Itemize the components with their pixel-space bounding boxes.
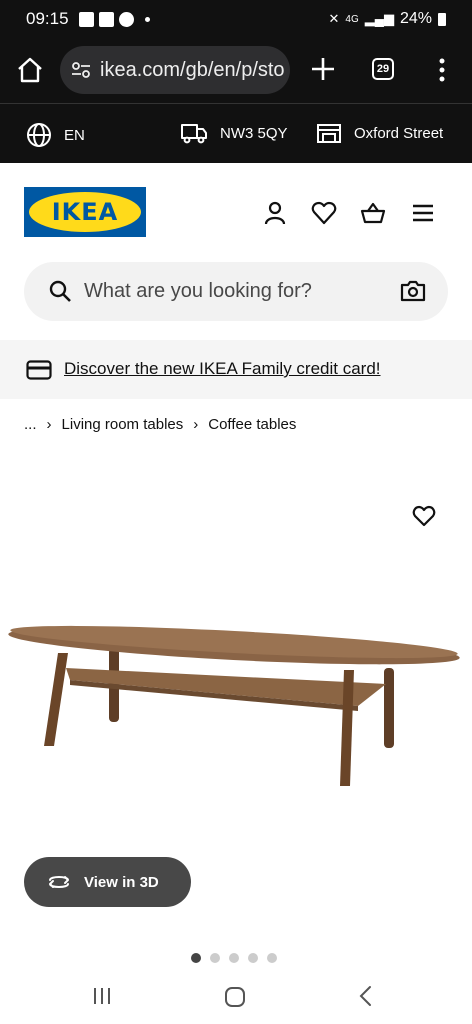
status-right: ✕ 4G ▂▄▆ 24% <box>328 10 446 28</box>
postcode-label: NW3 5QY <box>220 124 288 142</box>
mute-icon: ✕ <box>328 11 340 26</box>
carousel-dot[interactable] <box>191 953 201 963</box>
hamburger-menu-icon[interactable] <box>410 200 436 226</box>
globe-icon <box>27 123 51 147</box>
address-bar[interactable]: ikea.com/gb/en/p/sto <box>60 46 290 94</box>
chrome-icon <box>118 11 134 27</box>
promo-link[interactable]: Discover the new IKEA Family credit card… <box>64 359 381 379</box>
rotate-3d-icon <box>49 876 69 888</box>
browser-toolbar: ikea.com/gb/en/p/sto 29 <box>0 38 472 103</box>
gallery-icon <box>78 11 94 27</box>
camera-icon[interactable] <box>400 279 426 303</box>
favourites-icon[interactable] <box>311 200 337 226</box>
carousel-dot[interactable] <box>229 953 239 963</box>
network-label: 4G <box>345 13 359 25</box>
store-selector[interactable]: Oxford Street <box>316 122 443 144</box>
chevron-right-icon: › <box>193 416 199 433</box>
carousel-dot[interactable] <box>210 953 220 963</box>
carousel-dot[interactable] <box>248 953 258 963</box>
more-menu-icon[interactable] <box>437 58 447 82</box>
language-label: EN <box>64 126 85 144</box>
tab-switcher-button[interactable]: 29 <box>372 58 394 80</box>
logo-oval: IKEA <box>29 192 141 232</box>
battery-icon <box>438 12 446 26</box>
logo-text: IKEA <box>51 198 119 226</box>
top-strip: EN NW3 5QY Oxford Street <box>0 103 472 163</box>
back-icon[interactable] <box>358 985 374 1007</box>
breadcrumb-item[interactable]: Living room tables <box>62 416 184 433</box>
search-bar[interactable]: What are you looking for? <box>24 262 448 321</box>
search-input[interactable]: What are you looking for? <box>84 280 312 303</box>
chevron-right-icon: › <box>46 416 52 433</box>
breadcrumb-ellipsis[interactable]: ... <box>24 416 37 433</box>
view-in-3d-label: View in 3D <box>84 873 159 891</box>
ikea-logo[interactable]: IKEA <box>24 187 146 237</box>
store-label: Oxford Street <box>354 124 444 142</box>
store-icon <box>317 124 341 143</box>
delivery-truck-icon <box>181 124 207 144</box>
add-to-favourites-icon[interactable] <box>412 505 436 527</box>
view-in-3d-button[interactable]: View in 3D <box>24 857 191 907</box>
url-text: ikea.com/gb/en/p/sto <box>100 58 285 81</box>
recent-apps-icon[interactable] <box>92 985 112 1007</box>
breadcrumb: ... › Living room tables › Coffee tables <box>24 416 296 433</box>
account-icon[interactable] <box>262 200 288 226</box>
battery-label: 24% <box>399 10 432 27</box>
language-selector[interactable]: EN <box>26 122 85 148</box>
status-time: 09:15 <box>26 9 69 28</box>
basket-icon[interactable] <box>360 200 386 226</box>
system-navigation-bar <box>0 970 472 1024</box>
more-notifications-icon <box>144 16 150 22</box>
credit-card-icon <box>26 360 52 380</box>
home-icon[interactable] <box>16 56 44 84</box>
postcode-selector[interactable]: NW3 5QY <box>180 122 288 144</box>
new-tab-icon[interactable] <box>308 54 338 84</box>
breadcrumb-item[interactable]: Coffee tables <box>208 416 296 433</box>
signal-icon: ▂▄▆ <box>364 11 394 26</box>
image-carousel-indicator <box>191 953 277 963</box>
home-nav-icon[interactable] <box>223 985 247 1009</box>
site-settings-icon[interactable] <box>70 59 92 81</box>
status-bar: 09:15 ✕ 4G ▂▄▆ 24% <box>0 0 472 38</box>
linkedin-icon <box>98 11 114 27</box>
tab-count: 29 <box>376 63 390 75</box>
promo-banner: Discover the new IKEA Family credit card… <box>0 340 472 399</box>
product-image <box>8 625 460 786</box>
notification-icons <box>78 11 150 27</box>
carousel-dot[interactable] <box>267 953 277 963</box>
search-icon <box>49 280 71 302</box>
